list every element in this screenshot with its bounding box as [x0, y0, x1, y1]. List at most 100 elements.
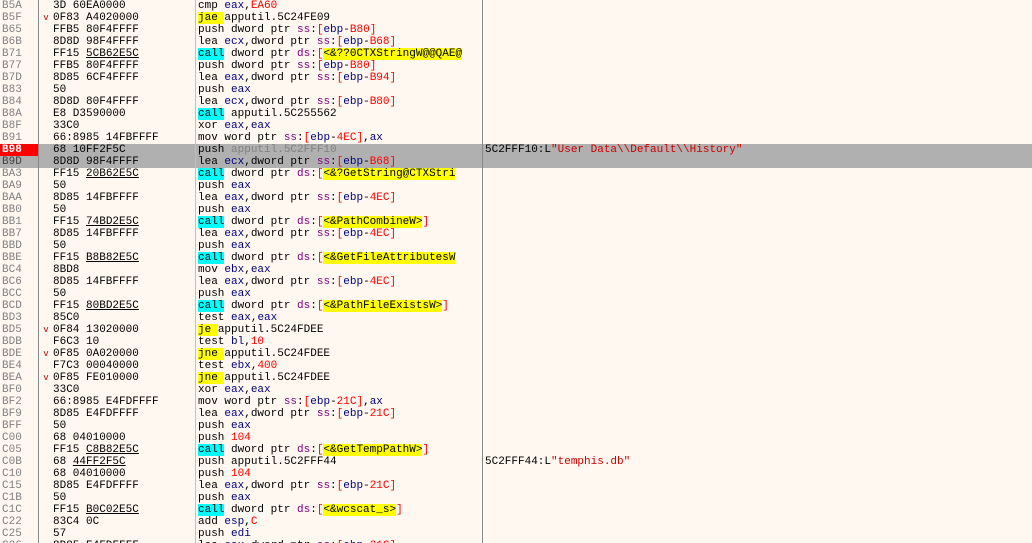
comment-cell[interactable]: [483, 156, 1032, 168]
bytes-cell[interactable]: 0F85 FE010000: [51, 372, 195, 384]
comment-cell[interactable]: 5C2FFF44:L"temphis.db": [483, 456, 1032, 468]
comment-cell[interactable]: [483, 336, 1032, 348]
comment-cell[interactable]: [483, 96, 1032, 108]
comment-cell[interactable]: [483, 168, 1032, 180]
disasm-cell[interactable]: push edi: [196, 528, 482, 540]
comment-cell[interactable]: [483, 492, 1032, 504]
disasm-cell[interactable]: push apputil.5C2FFF44: [196, 456, 482, 468]
comment-cell[interactable]: [483, 372, 1032, 384]
address-cell[interactable]: B8A: [0, 108, 38, 120]
disasm-cell[interactable]: je apputil.5C24FDEE: [196, 324, 482, 336]
address-cell[interactable]: C05: [0, 444, 38, 456]
address-cell[interactable]: C10: [0, 468, 38, 480]
comment-cell[interactable]: [483, 192, 1032, 204]
comment-cell[interactable]: [483, 228, 1032, 240]
disasm-cell[interactable]: lea eax,dword ptr ss:[ebp-4EC]: [196, 192, 482, 204]
bytes-cell[interactable]: 50: [51, 240, 195, 252]
disasm-cell[interactable]: mov ebx,eax: [196, 264, 482, 276]
disasm-cell[interactable]: add esp,C: [196, 516, 482, 528]
address-cell[interactable]: BC4: [0, 264, 38, 276]
comment-cell[interactable]: [483, 60, 1032, 72]
disasm-cell[interactable]: lea eax,dword ptr ss:[ebp-B94]: [196, 72, 482, 84]
bytes-cell[interactable]: FFB5 80F4FFFF: [51, 24, 195, 36]
address-cell[interactable]: B5A: [0, 0, 38, 12]
disasm-cell[interactable]: call dword ptr ds:[<&??0CTXStringW@@QAE@: [196, 48, 482, 60]
disasm-cell[interactable]: call dword ptr ds:[<&?GetString@CTXStri: [196, 168, 482, 180]
comment-cell[interactable]: [483, 108, 1032, 120]
disasm-cell[interactable]: lea eax,dword ptr ss:[ebp-4EC]: [196, 276, 482, 288]
comment-cell[interactable]: [483, 24, 1032, 36]
bytes-cell[interactable]: 68 04010000: [51, 432, 195, 444]
disasm-cell[interactable]: lea eax,dword ptr ss:[ebp-21C]: [196, 408, 482, 420]
bytes-cell[interactable]: FFB5 80F4FFFF: [51, 60, 195, 72]
comment-cell[interactable]: [483, 0, 1032, 12]
disasm-cell[interactable]: push eax: [196, 204, 482, 216]
comment-cell[interactable]: [483, 204, 1032, 216]
address-cell[interactable]: B83: [0, 84, 38, 96]
address-cell[interactable]: B7D: [0, 72, 38, 84]
comment-cell[interactable]: [483, 480, 1032, 492]
bytes-cell[interactable]: 50: [51, 204, 195, 216]
bytes-cell[interactable]: FF15 5CB62E5C: [51, 48, 195, 60]
disasm-cell[interactable]: push dword ptr ss:[ebp-B80]: [196, 24, 482, 36]
disasm-cell[interactable]: call dword ptr ds:[<&GetFileAttributesW: [196, 252, 482, 264]
disasm-cell[interactable]: call dword ptr ds:[<&GetTempPathW>]: [196, 444, 482, 456]
bytes-cell[interactable]: F6C3 10: [51, 336, 195, 348]
bytes-cell[interactable]: 0F85 0A020000: [51, 348, 195, 360]
bytes-cell[interactable]: 83C4 0C: [51, 516, 195, 528]
address-cell[interactable]: B9D: [0, 156, 38, 168]
bytes-cell[interactable]: 33C0: [51, 384, 195, 396]
address-cell[interactable]: BBD: [0, 240, 38, 252]
disasm-cell[interactable]: lea eax,dword ptr ss:[ebp-4EC]: [196, 228, 482, 240]
address-cell[interactable]: B6B: [0, 36, 38, 48]
address-cell[interactable]: C22: [0, 516, 38, 528]
comment-cell[interactable]: [483, 84, 1032, 96]
disasm-cell[interactable]: xor eax,eax: [196, 384, 482, 396]
comment-cell[interactable]: 5C2FFF10:L"User Data\\Default\\History": [483, 144, 1032, 156]
disasm-cell[interactable]: jne apputil.5C24FDEE: [196, 348, 482, 360]
disasm-cell[interactable]: push 104: [196, 468, 482, 480]
address-cell[interactable]: BCD: [0, 300, 38, 312]
bytes-cell[interactable]: 8D8D 98F4FFFF: [51, 156, 195, 168]
bytes-cell[interactable]: 50: [51, 420, 195, 432]
comment-cell[interactable]: [483, 360, 1032, 372]
comment-cell[interactable]: [483, 132, 1032, 144]
disasm-cell[interactable]: xor eax,eax: [196, 120, 482, 132]
bytes-cell[interactable]: 0F84 13020000: [51, 324, 195, 336]
comment-cell[interactable]: [483, 444, 1032, 456]
comment-cell[interactable]: [483, 120, 1032, 132]
comment-cell[interactable]: [483, 420, 1032, 432]
bytes-cell[interactable]: FF15 74BD2E5C: [51, 216, 195, 228]
disasm-cell[interactable]: push eax: [196, 492, 482, 504]
comment-cell[interactable]: [483, 516, 1032, 528]
bytes-cell[interactable]: 68 04010000: [51, 468, 195, 480]
bytes-cell[interactable]: 8D8D 98F4FFFF: [51, 36, 195, 48]
bytes-cell[interactable]: FF15 20B62E5C: [51, 168, 195, 180]
comment-cell[interactable]: [483, 408, 1032, 420]
disasm-cell[interactable]: lea ecx,dword ptr ss:[ebp-B68]: [196, 156, 482, 168]
address-cell[interactable]: BB0: [0, 204, 38, 216]
bytes-cell[interactable]: 8D85 14FBFFFF: [51, 276, 195, 288]
address-cell[interactable]: B5F: [0, 12, 38, 24]
address-cell[interactable]: B77: [0, 60, 38, 72]
disassembly-column[interactable]: cmp eax,EA60jae apputil.5C24FE09push dwo…: [196, 0, 483, 543]
comment-cell[interactable]: [483, 432, 1032, 444]
address-cell[interactable]: BB1: [0, 216, 38, 228]
disasm-cell[interactable]: call dword ptr ds:[<&PathCombineW>]: [196, 216, 482, 228]
disasm-cell[interactable]: call apputil.5C255562: [196, 108, 482, 120]
bytes-cell[interactable]: 50: [51, 180, 195, 192]
address-cell[interactable]: C0B: [0, 456, 38, 468]
bytes-cell[interactable]: 8D85 E4FDFFFF: [51, 408, 195, 420]
bytes-column[interactable]: 3D 60EA00000F83 A4020000FFB5 80F4FFFF8D8…: [51, 0, 196, 543]
disasm-cell[interactable]: test ebx,400: [196, 360, 482, 372]
address-cell[interactable]: BCC: [0, 288, 38, 300]
address-cell[interactable]: BBE: [0, 252, 38, 264]
bytes-cell[interactable]: 33C0: [51, 120, 195, 132]
comment-cell[interactable]: [483, 468, 1032, 480]
bytes-cell[interactable]: 57: [51, 528, 195, 540]
disasm-cell[interactable]: push eax: [196, 84, 482, 96]
address-cell[interactable]: BD5: [0, 324, 38, 336]
comment-cell[interactable]: [483, 528, 1032, 540]
address-cell[interactable]: C1C: [0, 504, 38, 516]
comment-cell[interactable]: [483, 240, 1032, 252]
